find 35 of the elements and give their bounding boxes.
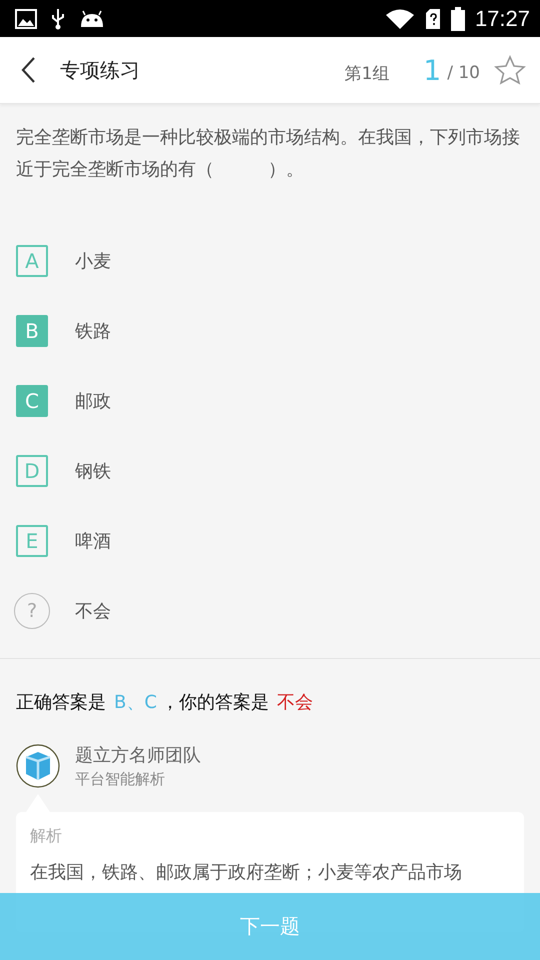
- analyst-name: 题立方名师团队: [75, 744, 201, 767]
- cube-avatar-icon: [16, 744, 60, 788]
- option-item[interactable]: C 邮政: [0, 366, 540, 436]
- option-item[interactable]: D 钢铁: [0, 436, 540, 506]
- group-label: 第1组: [344, 62, 390, 84]
- answer-label: ，你的答案是: [160, 691, 269, 714]
- usb-icon: [51, 8, 65, 30]
- star-icon[interactable]: [494, 55, 526, 85]
- user-answer: 不会: [276, 691, 313, 714]
- analysis-title: 解析: [30, 826, 63, 847]
- option-letter: E: [16, 525, 48, 557]
- analyst-subtitle: 平台智能解析: [75, 770, 166, 789]
- option-item[interactable]: E 啤酒: [0, 506, 540, 576]
- analysis-text: 在我国，铁路、邮政属于政府垄断；小麦等农产品市场: [30, 861, 463, 885]
- correct-answer: B、C: [114, 691, 157, 714]
- back-icon[interactable]: [20, 56, 36, 84]
- option-item[interactable]: A 小麦: [0, 226, 540, 296]
- android-icon: [79, 10, 105, 28]
- page-title: 专项练习: [60, 56, 141, 84]
- option-letter: D: [16, 455, 48, 487]
- battery-icon: [450, 6, 465, 30]
- option-letter: A: [16, 245, 48, 277]
- sim-icon: [424, 8, 441, 30]
- option-letter: C: [16, 385, 48, 417]
- option-item[interactable]: ? 不会: [0, 576, 540, 646]
- picture-icon: [15, 8, 37, 28]
- unknown-option-mark: ?: [14, 593, 50, 629]
- clock: 17:27: [474, 6, 530, 32]
- option-item[interactable]: B 铁路: [0, 296, 540, 366]
- question-total: / 10: [447, 63, 480, 83]
- question-text: 完全垄断市场是一种比较极端的市场结构。在我国，下列市场接近于完全垄断市场的有（ ）。: [15, 126, 521, 182]
- option-letter: B: [16, 315, 48, 347]
- wifi-icon: [384, 8, 415, 30]
- answer-label: 正确答案是: [16, 691, 106, 714]
- question-number: 1: [423, 54, 442, 86]
